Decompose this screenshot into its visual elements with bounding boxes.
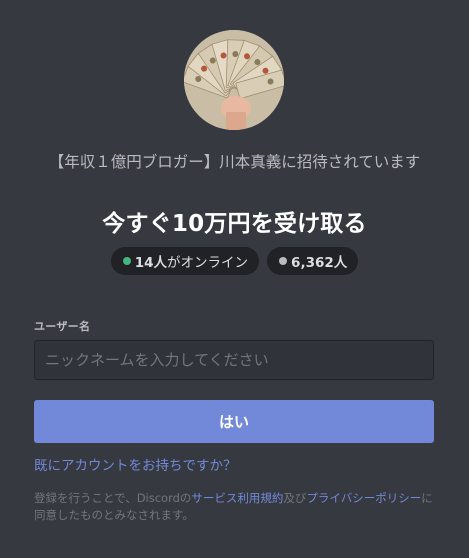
member-dot-icon <box>279 257 288 265</box>
online-dot-icon <box>122 257 131 265</box>
username-input[interactable] <box>34 340 434 380</box>
online-count: 14人 <box>134 255 168 271</box>
legal-middle: 及び <box>283 491 307 505</box>
member-count-badge: 6,362人 <box>267 247 359 275</box>
server-avatar-icon <box>184 30 284 130</box>
legal-prefix: 登録を行うことで、Discordの <box>34 491 192 505</box>
submit-button[interactable]: はい <box>34 400 434 443</box>
privacy-link[interactable]: プライバシーポリシー <box>306 491 421 505</box>
member-count: 6,362人 <box>291 255 348 271</box>
server-name: 今すぐ10万円を受け取る <box>102 211 367 237</box>
terms-link[interactable]: サービス利用規約 <box>191 491 283 505</box>
server-stats: 14人 がオンライン 6,362人 <box>0 247 469 275</box>
inviter-line: 【年収１億円ブロガー】川本真義に招待されています <box>48 153 421 171</box>
online-count-badge: 14人 がオンライン <box>110 247 260 275</box>
username-label: ユーザー名 <box>34 320 91 333</box>
legal-notice: 登録を行うことで、Discordのサービス利用規約及びプライバシーポリシーに同意… <box>34 490 434 524</box>
login-link[interactable]: 既にアカウントをお持ちですか？ <box>34 454 237 474</box>
online-suffix: がオンライン <box>167 255 249 271</box>
invite-card: 【年収１億円ブロガー】川本真義に招待されています 今すぐ10万円を受け取る 14… <box>0 0 469 558</box>
